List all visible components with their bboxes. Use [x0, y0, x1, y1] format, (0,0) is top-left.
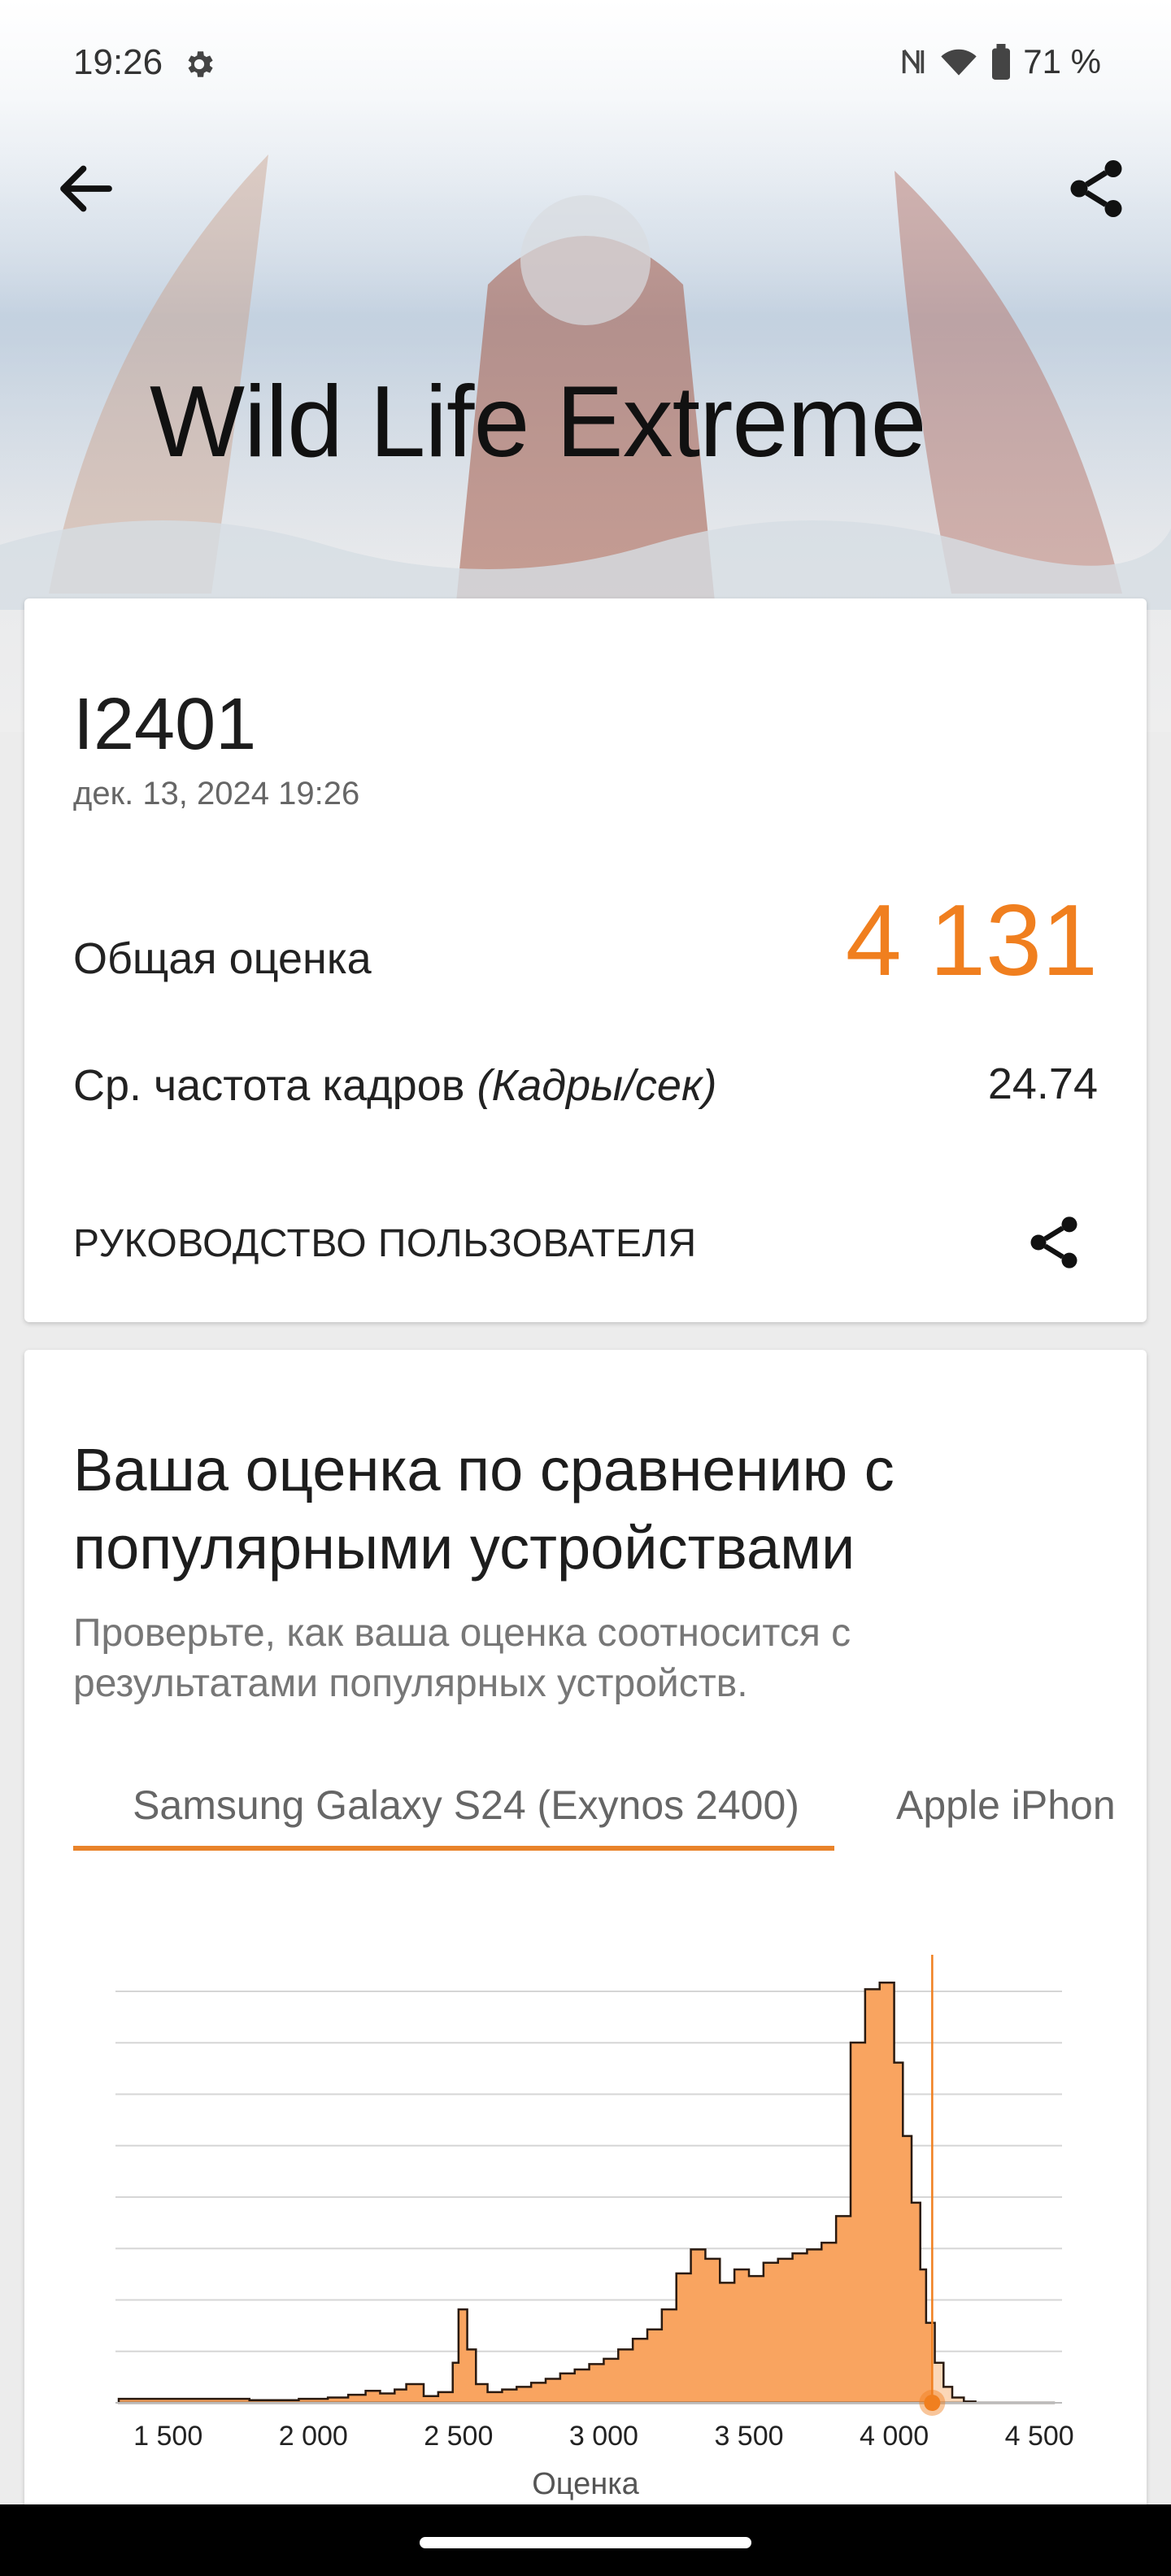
your-score-marker	[924, 2395, 941, 2411]
home-gesture-handle[interactable]	[420, 2537, 751, 2548]
x-tick-label: 3 500	[714, 2421, 783, 2452]
result-card: I2401 дек. 13, 2024 19:26 Общая оценка 4…	[24, 598, 1147, 1322]
wifi-icon	[941, 49, 977, 76]
benchmark-title: Wild Life Extreme	[150, 366, 927, 478]
x-tick-label: 2 500	[424, 2421, 493, 2452]
x-tick-label: 4 000	[860, 2421, 929, 2452]
overall-score-value: 4 131	[845, 885, 1098, 997]
fps-label-text: Ср. частота кадров	[73, 1061, 465, 1110]
battery-percent: 71 %	[1023, 42, 1101, 80]
settings-gear-icon	[188, 51, 213, 77]
status-time: 19:26	[73, 42, 163, 82]
user-guide-link[interactable]: РУКОВОДСТВО ПОЛЬЗОВАТЕЛЯ	[73, 1221, 697, 1266]
x-tick-label: 1 500	[133, 2421, 202, 2452]
comparison-card: Ваша оценка по сравнению с популярными у…	[24, 1350, 1147, 2576]
tab-apple-iphone[interactable]: Apple iPhon	[896, 1773, 1116, 1851]
share-icon[interactable]	[1023, 1212, 1085, 1273]
nfc-icon	[903, 49, 925, 74]
back-arrow-icon[interactable]	[52, 154, 120, 223]
x-tick-label: 4 500	[1005, 2421, 1074, 2452]
device-tabs: Samsung Galaxy S24 (Exynos 2400) Apple i…	[73, 1773, 1147, 1854]
fps-label: Ср. частота кадров (Кадры/сек)	[73, 1060, 716, 1111]
comparison-title: Ваша оценка по сравнению с популярными у…	[73, 1436, 895, 1582]
x-axis-label: Оценка	[532, 2467, 639, 2501]
result-date: дек. 13, 2024 19:26	[73, 776, 360, 812]
comparison-subtitle: Проверьте, как ваша оценка соотносится с…	[73, 1612, 851, 1705]
fps-value: 24.74	[987, 1060, 1098, 1108]
score-histogram: 1 500 2 000 2 500 3 000 3 500 4 000 4 500 Оценк…	[115, 1955, 1074, 2501]
status-bar: 19:26 71 %	[0, 0, 1171, 130]
histogram-area-below-score	[119, 1982, 933, 2403]
tab-indicator	[73, 1846, 834, 1851]
device-name: I2401	[73, 684, 257, 765]
share-icon[interactable]	[1062, 154, 1130, 223]
status-icons: 71 %	[899, 42, 1101, 81]
x-tick-label: 3 000	[569, 2421, 638, 2452]
overall-score-label: Общая оценка	[73, 934, 372, 983]
x-tick-label: 2 000	[279, 2421, 348, 2452]
battery-icon	[992, 44, 1011, 80]
fps-unit: (Кадры/сек)	[477, 1061, 717, 1110]
tab-samsung-galaxy-s24[interactable]: Samsung Galaxy S24 (Exynos 2400)	[73, 1773, 859, 1851]
